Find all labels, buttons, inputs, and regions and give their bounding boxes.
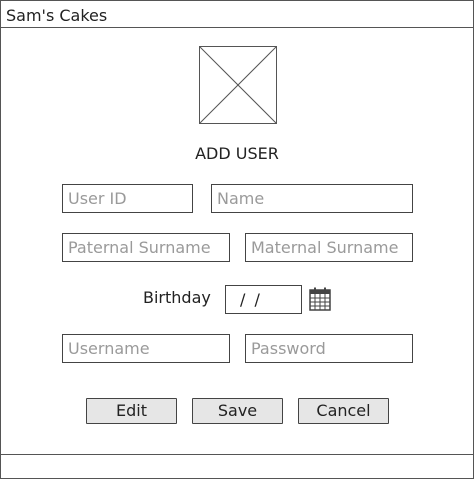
calendar-icon[interactable]: [309, 287, 331, 311]
cancel-button[interactable]: Cancel: [298, 398, 389, 424]
status-bar: [1, 454, 473, 479]
maternal-surname-input[interactable]: [245, 233, 413, 262]
user-id-input[interactable]: [62, 184, 193, 213]
password-input[interactable]: [245, 334, 413, 363]
title-bar: Sam's Cakes: [1, 1, 473, 28]
window-title: Sam's Cakes: [6, 6, 108, 25]
app-window: Sam's Cakes ADD USER Birthday / / Edit S…: [0, 0, 474, 479]
birthday-label: Birthday: [143, 288, 211, 307]
name-input[interactable]: [211, 184, 413, 213]
username-input[interactable]: [62, 334, 230, 363]
page-title: ADD USER: [195, 144, 279, 163]
save-button[interactable]: Save: [192, 398, 283, 424]
birthday-date-field[interactable]: / /: [225, 285, 302, 314]
image-placeholder-icon[interactable]: [199, 46, 277, 124]
paternal-surname-input[interactable]: [62, 233, 230, 262]
edit-button[interactable]: Edit: [86, 398, 177, 424]
